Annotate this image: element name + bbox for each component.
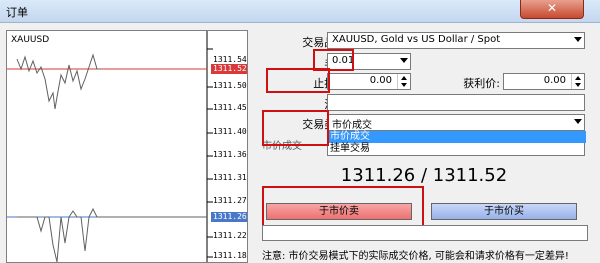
price-label: 1311.36 (213, 150, 247, 159)
stoploss-stepper[interactable]: 0.00 (327, 73, 411, 90)
price-label: 1311.27 (213, 196, 247, 205)
stoploss-value: 0.00 (369, 75, 392, 86)
symbol-select[interactable]: XAUUSD, Gold vs US Dollar / Spot (327, 32, 585, 49)
symbol-select-value: XAUUSD, Gold vs US Dollar / Spot (332, 34, 501, 45)
close-button[interactable]: ✕ (520, 0, 584, 19)
price-label: 1311.18 (213, 251, 247, 260)
close-icon: ✕ (546, 1, 558, 15)
spinner-buttons[interactable] (571, 74, 584, 89)
order-type-select[interactable]: 市价成交 (327, 114, 585, 131)
chevron-down-icon (574, 119, 582, 124)
sell-by-market-button[interactable]: 于市价卖 (266, 203, 412, 220)
window-title: 订单 (6, 6, 28, 19)
tick-chart: XAUUSD 1311.54 1311.50 1311.45 1311.40 1… (6, 30, 248, 263)
arrow-up-icon (575, 76, 581, 80)
arrow-up-icon (401, 76, 407, 80)
price-label: 1311.31 (213, 173, 247, 182)
arrow-down-icon (575, 83, 581, 87)
execution-note: 注意: 市价交易模式下的实际成交价格, 可能会和请求价格有一定差异! (262, 251, 569, 262)
order-type-option[interactable]: 挂单交易 (328, 143, 586, 155)
highlight-stoploss (266, 68, 330, 93)
comment-field[interactable] (327, 94, 585, 111)
progress-bar (262, 225, 588, 241)
buy-by-market-button[interactable]: 于市价买 (431, 203, 577, 220)
arrow-down-icon (401, 83, 407, 87)
chevron-down-icon (574, 37, 582, 42)
takeprofit-label: 获利价: (463, 77, 500, 90)
chart-symbol: XAUUSD (11, 35, 50, 45)
price-label: 1311.40 (213, 127, 247, 136)
chevron-down-icon (400, 58, 408, 63)
order-type-value: 市价成交 (332, 120, 372, 131)
price-label: 1311.50 (213, 81, 247, 90)
price-label: 1311.54 (213, 55, 247, 64)
quote-price: 1311.26 / 1311.52 (340, 165, 508, 186)
spinner-buttons[interactable] (397, 74, 410, 89)
order-type-dropdown: 市价成交 挂单交易 (327, 130, 586, 156)
price-label: 1311.45 (213, 103, 247, 112)
ask-price-tag: 1311.26 (211, 212, 247, 222)
bid-price-tag: 1311.52 (211, 64, 247, 74)
takeprofit-value: 0.00 (543, 75, 566, 86)
takeprofit-stepper[interactable]: 0.00 (503, 73, 585, 90)
price-label: 1311.22 (213, 231, 247, 240)
highlight-order-type (262, 110, 329, 146)
order-type-option[interactable]: 市价成交 (328, 131, 586, 143)
window-titlebar: 订单 ✕ (0, 0, 600, 23)
